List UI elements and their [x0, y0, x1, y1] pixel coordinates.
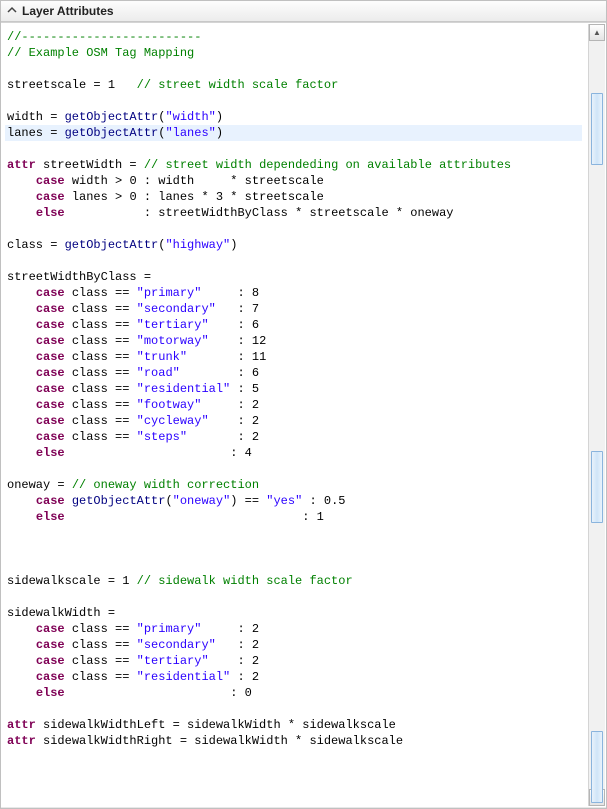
- code-line[interactable]: [5, 221, 582, 237]
- code-line[interactable]: // Example OSM Tag Mapping: [5, 45, 582, 61]
- panel-title: Layer Attributes: [22, 4, 114, 18]
- code-line[interactable]: [5, 701, 582, 717]
- code-line[interactable]: attr sidewalkWidthRight = sidewalkWidth …: [5, 733, 582, 749]
- code-line[interactable]: case class == "cycleway" : 2: [5, 413, 582, 429]
- code-line[interactable]: [5, 557, 582, 573]
- code-line[interactable]: case class == "primary" : 2: [5, 621, 582, 637]
- code-editor[interactable]: //-------------------------// Example OS…: [1, 23, 586, 807]
- code-line[interactable]: case lanes > 0 : lanes * 3 * streetscale: [5, 189, 582, 205]
- code-line[interactable]: sidewalkWidth =: [5, 605, 582, 621]
- code-line[interactable]: class = getObjectAttr("highway"): [5, 237, 582, 253]
- code-line[interactable]: [5, 589, 582, 605]
- code-line[interactable]: sidewalkscale = 1 // sidewalk width scal…: [5, 573, 582, 589]
- code-line[interactable]: case class == "primary" : 8: [5, 285, 582, 301]
- code-line[interactable]: case class == "residential" : 2: [5, 669, 582, 685]
- code-line[interactable]: case class == "tertiary" : 2: [5, 653, 582, 669]
- vertical-scrollbar[interactable]: ▲ ▼: [588, 24, 605, 806]
- code-line[interactable]: case class == "secondary" : 2: [5, 637, 582, 653]
- scroll-thumb[interactable]: [591, 451, 603, 523]
- code-line[interactable]: streetWidthByClass =: [5, 269, 582, 285]
- code-line[interactable]: case width > 0 : width * streetscale: [5, 173, 582, 189]
- code-line[interactable]: streetscale = 1 // street width scale fa…: [5, 77, 582, 93]
- code-line[interactable]: [5, 61, 582, 77]
- code-editor-wrap: //-------------------------// Example OS…: [1, 22, 606, 807]
- code-line[interactable]: case class == "residential" : 5: [5, 381, 582, 397]
- code-line[interactable]: case class == "steps" : 2: [5, 429, 582, 445]
- code-line[interactable]: case class == "secondary" : 7: [5, 301, 582, 317]
- scroll-up-button[interactable]: ▲: [589, 24, 605, 41]
- code-line[interactable]: oneway = // oneway width correction: [5, 477, 582, 493]
- code-line[interactable]: //-------------------------: [5, 29, 582, 45]
- scroll-thumb[interactable]: [591, 731, 603, 803]
- code-line[interactable]: case class == "motorway" : 12: [5, 333, 582, 349]
- code-line[interactable]: else : 4: [5, 445, 582, 461]
- code-line[interactable]: [5, 253, 582, 269]
- code-line[interactable]: [5, 541, 582, 557]
- code-line[interactable]: case class == "road" : 6: [5, 365, 582, 381]
- code-line[interactable]: case class == "tertiary" : 6: [5, 317, 582, 333]
- code-line[interactable]: [5, 141, 582, 157]
- code-line[interactable]: lanes = getObjectAttr("lanes"): [5, 125, 582, 141]
- code-line[interactable]: attr sidewalkWidthLeft = sidewalkWidth *…: [5, 717, 582, 733]
- code-line[interactable]: [5, 525, 582, 541]
- code-line[interactable]: else : 0: [5, 685, 582, 701]
- panel-header[interactable]: Layer Attributes: [1, 1, 606, 22]
- code-line[interactable]: else : streetWidthByClass * streetscale …: [5, 205, 582, 221]
- scroll-thumb[interactable]: [591, 93, 603, 165]
- code-line[interactable]: [5, 93, 582, 109]
- scroll-track[interactable]: [589, 41, 605, 789]
- code-line[interactable]: [5, 461, 582, 477]
- code-line[interactable]: width = getObjectAttr("width"): [5, 109, 582, 125]
- code-line[interactable]: else : 1: [5, 509, 582, 525]
- code-line[interactable]: case class == "footway" : 2: [5, 397, 582, 413]
- code-line[interactable]: case class == "trunk" : 11: [5, 349, 582, 365]
- code-line[interactable]: attr streetWidth = // street width depen…: [5, 157, 582, 173]
- code-line[interactable]: case getObjectAttr("oneway") == "yes" : …: [5, 493, 582, 509]
- collapse-icon[interactable]: [7, 4, 17, 18]
